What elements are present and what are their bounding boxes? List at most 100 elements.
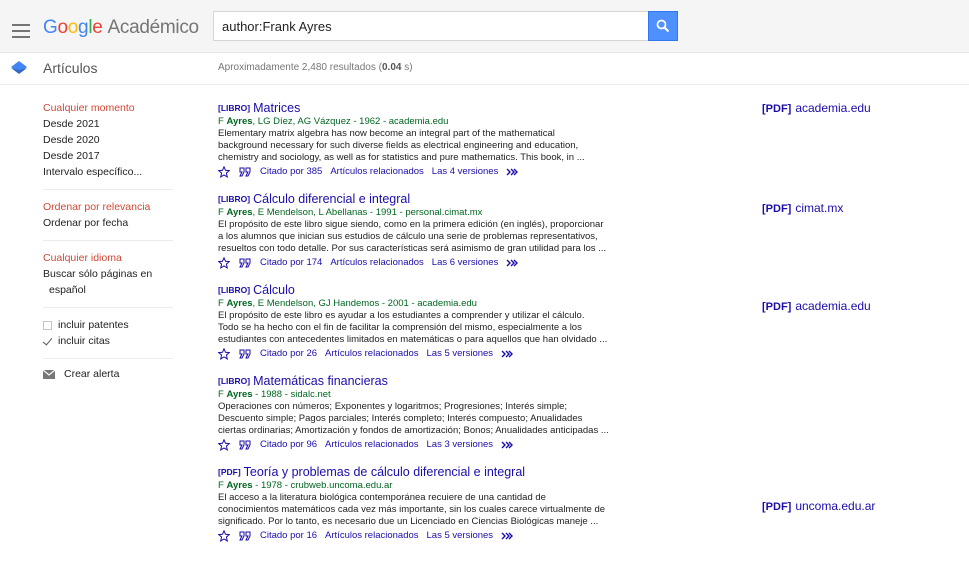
star-icon[interactable] [218,257,230,269]
result-pdf-link[interactable]: [PDF] academia.edu [762,299,871,313]
result-snippet-line: Todo se ha hecho con el fin de facilitar… [218,322,582,333]
result-pdf-link[interactable]: [PDF] uncoma.edu.ar [762,499,875,513]
filter-since-2017[interactable]: Desde 2017 [43,148,173,164]
logo-product-name: Académico [107,17,200,38]
quote-icon[interactable] [239,349,251,359]
result-title-link[interactable]: Teoría y problemas de cálculo diferencia… [244,465,525,479]
result-type-tag: [LIBRO] [218,103,251,113]
related-articles-link[interactable]: Artículos relacionados [325,347,418,361]
search-input[interactable]: author:Frank Ayres [213,11,648,41]
double-chevron-icon[interactable] [506,259,519,267]
quote-icon[interactable] [239,531,251,541]
results-count: Aproximadamente 2,480 resultados (0.04 s… [218,62,413,73]
result-authors: F Ayres, LG Díez, AG Vázquez - 1962 - ac… [218,116,449,127]
result-title-link[interactable]: Cálculo diferencial e integral [253,192,410,206]
checkbox-unchecked[interactable] [43,320,52,330]
result-authors: F Ayres - 1978 - crubweb.uncoma.edu.ar [218,480,393,491]
result-type-tag: [LIBRO] [218,376,251,386]
filter-any-time[interactable]: Cualquier momento [43,100,173,116]
result-snippet-line: estudiantes con antecedentes limitados e… [218,334,608,345]
filter-since-2020[interactable]: Desde 2020 [43,132,173,148]
result-snippet-line: El acceso a la literatura biológica cont… [218,492,546,503]
result-title-row: [LIBRO] Cálculo [218,282,718,298]
result-snippet-line: a los alumnos que inician sus estudios d… [218,231,598,242]
result-snippet: Operaciones con números; Exponentes y lo… [218,401,718,437]
result-snippet-line: Elementary matrix algebra has now become… [218,128,555,139]
result-snippet-line: significado. Por lo tanto, es necesario … [218,516,599,527]
result-pdf-link[interactable]: [PDF] academia.edu [762,101,871,115]
include-citations-checkbox[interactable]: incluir citas [43,333,173,349]
create-alert-button[interactable]: Crear alerta [43,368,193,380]
filter-custom-range[interactable]: Intervalo específico... [43,164,173,180]
result-authors: F Ayres, E Mendelson, GJ Handemos - 2001… [218,298,477,309]
result-snippet-line: conocimientos matemáticos cada vez más i… [218,504,606,515]
star-icon[interactable] [218,530,230,542]
filter-any-language[interactable]: Cualquier idioma [43,250,173,266]
result-snippet: Elementary matrix algebra has now become… [218,128,718,164]
related-articles-link[interactable]: Artículos relacionados [325,438,418,452]
star-icon[interactable] [218,348,230,360]
double-chevron-icon[interactable] [501,532,514,540]
result-item: [PDF] Teoría y problemas de cálculo difer… [218,464,718,543]
sort-by-date[interactable]: Ordenar por fecha [43,215,173,231]
mail-icon [43,369,55,379]
quote-icon[interactable] [239,258,251,268]
result-snippet-line: resueltos con todo detalle. Por sus cara… [218,243,607,254]
result-title-row: [LIBRO] Matemáticas financieras [218,373,718,389]
sort-by-relevance[interactable]: Ordenar por relevancia [43,199,173,215]
filter-spanish-only[interactable]: Buscar sólo páginas en español [43,266,173,298]
hamburger-menu-icon[interactable] [12,24,30,38]
sort-group: Ordenar por relevancia Ordenar por fecha [43,199,173,241]
related-articles-link[interactable]: Artículos relacionados [325,529,418,543]
result-snippet: El acceso a la literatura biológica cont… [218,492,718,528]
result-type-tag: [PDF] [218,467,241,477]
result-snippet-line: Operaciones con números; Exponentes y lo… [218,401,568,412]
cited-by-link[interactable]: Citado por 385 [260,165,322,179]
checkbox-checked[interactable] [43,337,52,346]
result-pdf-link[interactable]: [PDF] cimat.mx [762,201,843,215]
result-title-row: [LIBRO] Matrices [218,100,718,116]
result-title-link[interactable]: Matemáticas financieras [253,374,388,388]
cited-by-link[interactable]: Citado por 16 [260,529,317,543]
result-snippet-line: ciertas ordinarias; Amortización y fondo… [218,425,609,436]
all-versions-link[interactable]: Las 4 versiones [432,165,499,179]
articles-diamond-icon [11,61,27,74]
all-versions-link[interactable]: Las 5 versiones [427,347,494,361]
cited-by-link[interactable]: Citado por 174 [260,256,322,270]
search-icon [656,19,670,33]
result-title-link[interactable]: Matrices [253,101,300,115]
result-snippet-line: Descuento simple; Pagos parciales; Inter… [218,413,583,424]
result-title-link[interactable]: Cálculo [253,283,295,297]
section-title: Artículos [43,60,98,76]
result-item: [LIBRO] Matemáticas financieras F Ayres -… [218,373,718,452]
quote-icon[interactable] [239,440,251,450]
result-type-tag: [LIBRO] [218,285,251,295]
quote-icon[interactable] [239,167,251,177]
result-snippet: El propósito de este libro sigue siendo,… [218,219,718,255]
all-versions-link[interactable]: Las 6 versiones [432,256,499,270]
star-icon[interactable] [218,166,230,178]
double-chevron-icon[interactable] [506,168,519,176]
cited-by-link[interactable]: Citado por 96 [260,438,317,452]
include-patents-checkbox[interactable]: incluir patentes [43,317,173,333]
result-actions: Citado por 96 Artículos relacionados Las… [218,438,718,452]
star-icon[interactable] [218,439,230,451]
cited-by-link[interactable]: Citado por 26 [260,347,317,361]
filter-since-2021[interactable]: Desde 2021 [43,116,173,132]
all-versions-link[interactable]: Las 5 versiones [427,529,494,543]
google-scholar-logo[interactable]: Google Académico [43,17,199,39]
double-chevron-icon[interactable] [501,441,514,449]
double-chevron-icon[interactable] [501,350,514,358]
result-actions: Citado por 26 Artículos relacionados Las… [218,347,718,361]
result-snippet-line: El propósito de este libro sigue siendo,… [218,219,604,230]
related-articles-link[interactable]: Artículos relacionados [330,165,423,179]
result-snippet-line: El propósito de este libro es ayudar a l… [218,310,585,321]
search-button[interactable] [648,11,678,41]
include-group: incluir patentes incluir citas [43,317,173,359]
related-articles-link[interactable]: Artículos relacionados [330,256,423,270]
result-actions: Citado por 385 Artículos relacionados La… [218,165,718,179]
language-group: Cualquier idioma Buscar sólo páginas en e… [43,250,173,308]
result-item: [LIBRO] Cálculo F Ayres, E Mendelson, GJ … [218,282,718,361]
result-authors: F Ayres - 1988 - sidalc.net [218,389,331,400]
all-versions-link[interactable]: Las 3 versiones [427,438,494,452]
